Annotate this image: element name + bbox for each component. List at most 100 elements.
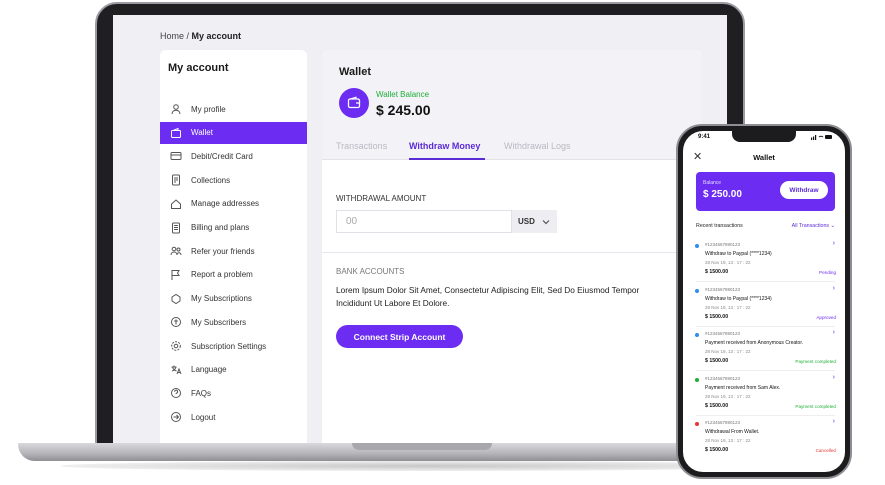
wallet-icon [339,88,369,118]
wallet-tabs: Transactions Withdraw Money Withdrawal L… [322,135,702,160]
billing-icon [170,222,182,234]
transaction-description: Withdraw to Paypal (****1234) [705,295,772,302]
transaction-divider [696,325,835,327]
status-dot [695,377,699,382]
sidebar-item-label: My Subscribers [191,317,247,327]
transaction-amount: $ 1500.00 [705,313,729,320]
transaction-divider [696,370,835,371]
sidebar-item-refer-your-friends[interactable]: Refer your friends [160,240,307,262]
chevron-right-icon: › [832,240,835,247]
transaction-item[interactable]: #1234567890123 Withdraw to Paypal (****12… [683,240,845,284]
phone-withdraw-button[interactable]: Withdraw [780,181,828,199]
sidebar-item-label: Language [191,365,227,375]
transaction-amount: $ 1500.00 [705,269,729,275]
transaction-id: #1234567890123 [705,420,741,425]
transaction-date: 28 Nov 19, 13 : 17 : 22 [705,349,751,354]
sidebar-item-manage-addresses[interactable]: Manage addresses [160,193,307,215]
transaction-status: Cancelled [815,448,836,453]
transaction-status: Payment completed [795,359,836,364]
phone-balance-card: Balance $ 250.00 Withdraw [696,172,835,211]
sidebar-item-subscription-settings[interactable]: Subscription Settings [160,335,307,357]
transaction-description: Payment received from Sam Alex. [705,384,781,391]
chevron-right-icon: › [832,284,835,292]
sidebar-item-label: Subscription Settings [191,341,267,351]
help-icon [170,387,182,399]
transaction-item[interactable]: #1234567890123 Withdrawal From Wallet. 28 … [683,418,845,462]
laptop-hinge-notch [352,443,492,450]
credit-card-icon [170,150,182,162]
transaction-description: Withdraw to Paypal (****1234) [705,251,772,257]
bank-accounts-label: BANK ACCOUNTS [336,267,405,276]
language-icon [170,364,182,376]
transaction-date: 28 Nov 19, 13 : 17 : 22 [705,260,751,265]
breadcrumb-current: My account [191,31,242,41]
wallet-balance-label: Wallet Balance [376,90,430,99]
sidebar-item-wallet[interactable]: Wallet [160,121,307,144]
report-icon [170,269,182,281]
currency-select[interactable]: USD [512,210,557,233]
transaction-id: #1234567890123 [705,375,741,381]
wallet-header: Wallet Wallet Balance $ 245.00 [322,50,702,135]
transaction-amount: $ 1500.00 [705,447,729,453]
sidebar-item-faqs[interactable]: FAQs [160,382,307,404]
transaction-amount: $ 1500.00 [705,358,729,364]
status-time: 9:41 [698,134,711,140]
chevron-right-icon: › [832,373,835,381]
account-sidebar: My account My profile Wallet Debit/Credit … [160,50,307,443]
currency-value: USD [518,217,535,226]
transaction-item[interactable]: #1234567890123 Payment received from Anon… [683,329,845,373]
transaction-description: Withdrawal From Wallet. [705,429,760,435]
chevron-right-icon: › [832,329,835,336]
phone-screen: 9:41 ✕ Wallet Balance $ 250.00 Withdraw … [683,131,845,472]
mockup-stage: Home / My account My account My profile W… [0,0,885,485]
logout-icon [170,411,182,423]
sidebar-item-debit-credit-card[interactable]: Debit/Credit Card [160,145,307,167]
recent-transactions-label: Recent transactions [696,223,743,229]
withdrawal-amount-label: WITHDRAWAL AMOUNT [336,194,427,203]
sidebar-item-my-subscribers[interactable]: My Subscribers [160,311,307,333]
breadcrumb-home[interactable]: Home [160,31,184,41]
transaction-item[interactable]: #1234567890123 Withdraw to Paypal (****12… [683,285,845,329]
section-divider [322,252,702,253]
connect-strip-account-button[interactable]: Connect Strip Account [336,325,463,348]
tab-transactions[interactable]: Transactions [336,141,387,151]
sidebar-item-label: FAQs [191,388,212,398]
sidebar-item-report-a-problem[interactable]: Report a problem [160,264,307,286]
tab-withdrawal-logs[interactable]: Withdrawal Logs [504,141,571,151]
sidebar-item-my-profile[interactable]: My profile [160,98,307,120]
chevron-right-icon: › [832,418,835,425]
subscriptions-icon [170,293,182,305]
transaction-date: 28 Nov 19, 13 : 17 : 22 [705,438,751,443]
all-transactions-link[interactable]: All Transactions ⌄ [792,223,835,229]
sidebar-item-my-subscriptions[interactable]: My Subscriptions [160,288,307,310]
subscribers-icon [170,316,182,328]
phone-notch [732,131,796,142]
tab-withdraw-money[interactable]: Withdraw Money [409,141,480,151]
wallet-panel: Wallet Wallet Balance $ 245.00 Transacti… [322,50,702,443]
breadcrumb-separator: / [184,31,192,41]
wallet-balance-amount: $ 245.00 [376,102,431,118]
transaction-divider [696,281,835,282]
sidebar-item-language[interactable]: Language [160,359,307,381]
wallet-icon [170,127,182,139]
home-icon [170,198,182,210]
status-dot [695,333,699,337]
transaction-status: Pending [819,270,836,275]
transaction-item[interactable]: #1234567890123 Payment received from Sam … [683,374,845,418]
transaction-date: 28 Nov 19, 13 : 17 : 22 [705,304,751,310]
chevron-down-icon: ⌄ [830,223,835,229]
friends-icon [170,245,182,257]
sidebar-item-billing-and-plans[interactable]: Billing and plans [160,217,307,239]
sidebar-item-label: Refer your friends [191,246,255,256]
withdrawal-amount-input[interactable]: 00 [336,210,512,233]
status-dot [695,244,699,248]
status-icons [811,134,833,142]
sidebar-item-logout[interactable]: Logout [160,406,307,428]
sidebar-item-collections[interactable]: Collections [160,169,307,191]
phone-balance-label: Balance [703,180,722,186]
page-title: Wallet [339,66,371,78]
sidebar-title: My account [168,62,229,74]
user-icon [170,103,182,115]
transaction-id: #1234567890123 [705,286,741,292]
sidebar-item-label: My profile [191,104,226,114]
